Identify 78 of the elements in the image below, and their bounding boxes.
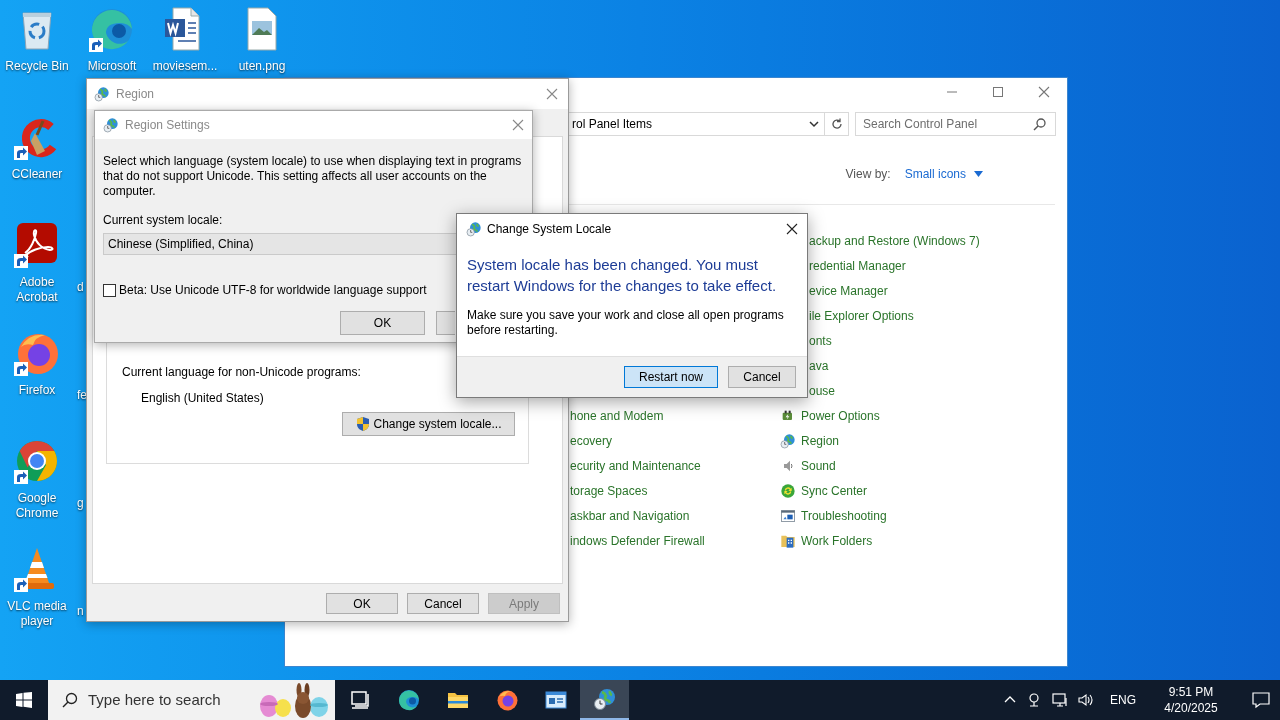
clock-date[interactable]: 4/20/2025 bbox=[1164, 700, 1218, 716]
icon-label: fe bbox=[77, 388, 87, 403]
field-label: Current language for non-Unicode programs: bbox=[122, 364, 362, 381]
control-panel-link[interactable]: Sync Center bbox=[801, 481, 868, 500]
control-panel-link[interactable]: ouse bbox=[809, 381, 836, 400]
close-icon[interactable] bbox=[786, 223, 798, 235]
control-panel-link[interactable]: Sound bbox=[801, 456, 836, 475]
control-panel-link[interactable]: askbar and Navigation bbox=[570, 506, 690, 525]
webcam-icon[interactable] bbox=[1026, 692, 1042, 708]
taskbar-button[interactable] bbox=[580, 680, 629, 720]
icon-label: g bbox=[77, 496, 84, 511]
icon-label: Firefox bbox=[18, 383, 56, 398]
dialog-button[interactable]: Cancel bbox=[728, 366, 796, 388]
control-panel-link[interactable]: indows Defender Firewall bbox=[570, 531, 705, 550]
sync-icon bbox=[780, 482, 796, 499]
change-locale-button[interactable]: Change system locale... bbox=[342, 412, 515, 436]
field-label: Current system locale: bbox=[103, 212, 224, 229]
control-panel-link[interactable]: ile Explorer Options bbox=[809, 306, 914, 325]
refresh-icon[interactable] bbox=[829, 117, 844, 131]
globe-icon bbox=[466, 221, 482, 237]
chevron-down-icon[interactable] bbox=[808, 118, 820, 130]
control-panel-link[interactable]: ackup and Restore (Windows 7) bbox=[809, 231, 980, 250]
dialog-button[interactable]: Restart now bbox=[624, 366, 718, 388]
icon-label: Adobe Acrobat bbox=[15, 275, 59, 305]
volume-icon[interactable] bbox=[1078, 692, 1094, 708]
icon-label: n bbox=[77, 604, 84, 619]
globe-icon bbox=[592, 687, 617, 711]
control-panel-link[interactable]: torage Spaces bbox=[570, 481, 648, 500]
control-panel-link[interactable]: ava bbox=[809, 356, 829, 375]
control-panel-link[interactable]: redential Manager bbox=[809, 256, 906, 275]
icon-label: Microsoft bbox=[87, 59, 137, 74]
dialog-heading: System locale has been changed. You must restart Windows for the changes to take effect. bbox=[466, 255, 778, 296]
view-by-label: View by: bbox=[845, 166, 891, 183]
notifications-icon[interactable] bbox=[1252, 691, 1270, 709]
control-panel-link[interactable]: Work Folders bbox=[801, 531, 873, 550]
clock-time[interactable]: 9:51 PM bbox=[1168, 684, 1214, 700]
maximize-icon[interactable] bbox=[993, 87, 1003, 97]
icon-label: d bbox=[77, 280, 84, 295]
window-title: Region bbox=[116, 86, 156, 103]
icon-label: Google Chrome bbox=[14, 491, 60, 521]
search-field[interactable]: Search Control Panel bbox=[855, 112, 1056, 136]
window-chart-icon bbox=[543, 688, 568, 712]
control-panel-link[interactable]: onts bbox=[809, 331, 832, 350]
monitor-icon bbox=[780, 507, 796, 524]
globe-icon bbox=[94, 86, 110, 102]
window-title: Region Settings bbox=[125, 117, 211, 134]
windows-logo-icon[interactable] bbox=[16, 692, 32, 708]
language-value: English (United States) bbox=[141, 390, 265, 407]
control-panel-link[interactable]: Power Options bbox=[801, 406, 880, 425]
dialog-button[interactable]: Cancel bbox=[407, 593, 479, 614]
control-panel-link[interactable]: ecovery bbox=[570, 431, 613, 450]
globe-icon bbox=[780, 432, 796, 449]
description-text: Select which language (system locale) to use when displaying text in programs that do not support Unicode. This setting affects all user accounts on the computer. bbox=[103, 154, 523, 199]
dialog-message: Make sure you save your work and close all open programs before restarting. bbox=[466, 308, 785, 338]
view-by-link[interactable]: Small icons bbox=[904, 165, 966, 183]
icon-label: moviesem... bbox=[152, 59, 218, 74]
shield-icon bbox=[355, 416, 372, 432]
icon-label: Recycle Bin bbox=[5, 59, 69, 74]
icon-label: CCleaner bbox=[11, 167, 63, 182]
control-panel-link[interactable]: hone and Modem bbox=[570, 406, 664, 425]
control-panel-link[interactable]: Region bbox=[801, 431, 840, 450]
checkbox[interactable] bbox=[103, 283, 116, 297]
swirl-logo-icon bbox=[396, 688, 421, 712]
icon-label: VLC media player bbox=[6, 599, 68, 629]
search-icon bbox=[62, 692, 78, 708]
control-panel-link[interactable]: ecurity and Maintenance bbox=[570, 456, 701, 475]
icon-label: uten.png bbox=[238, 59, 286, 74]
network-icon[interactable] bbox=[1052, 692, 1068, 708]
control-panel-link[interactable]: Troubleshooting bbox=[801, 506, 887, 525]
ok-button[interactable]: OK bbox=[340, 311, 425, 335]
caret-icon[interactable] bbox=[974, 171, 983, 177]
checkbox-label: Beta: Use Unicode UTF-8 for worldwide language support bbox=[119, 282, 427, 299]
control-panel-link[interactable]: evice Manager bbox=[809, 281, 888, 300]
globe-icon bbox=[103, 117, 119, 133]
language-indicator[interactable]: ENG bbox=[1110, 691, 1136, 709]
dialog-button[interactable]: OK bbox=[326, 593, 398, 614]
search-field[interactable]: Type here to search bbox=[48, 680, 335, 720]
search-icon[interactable] bbox=[1033, 117, 1047, 131]
